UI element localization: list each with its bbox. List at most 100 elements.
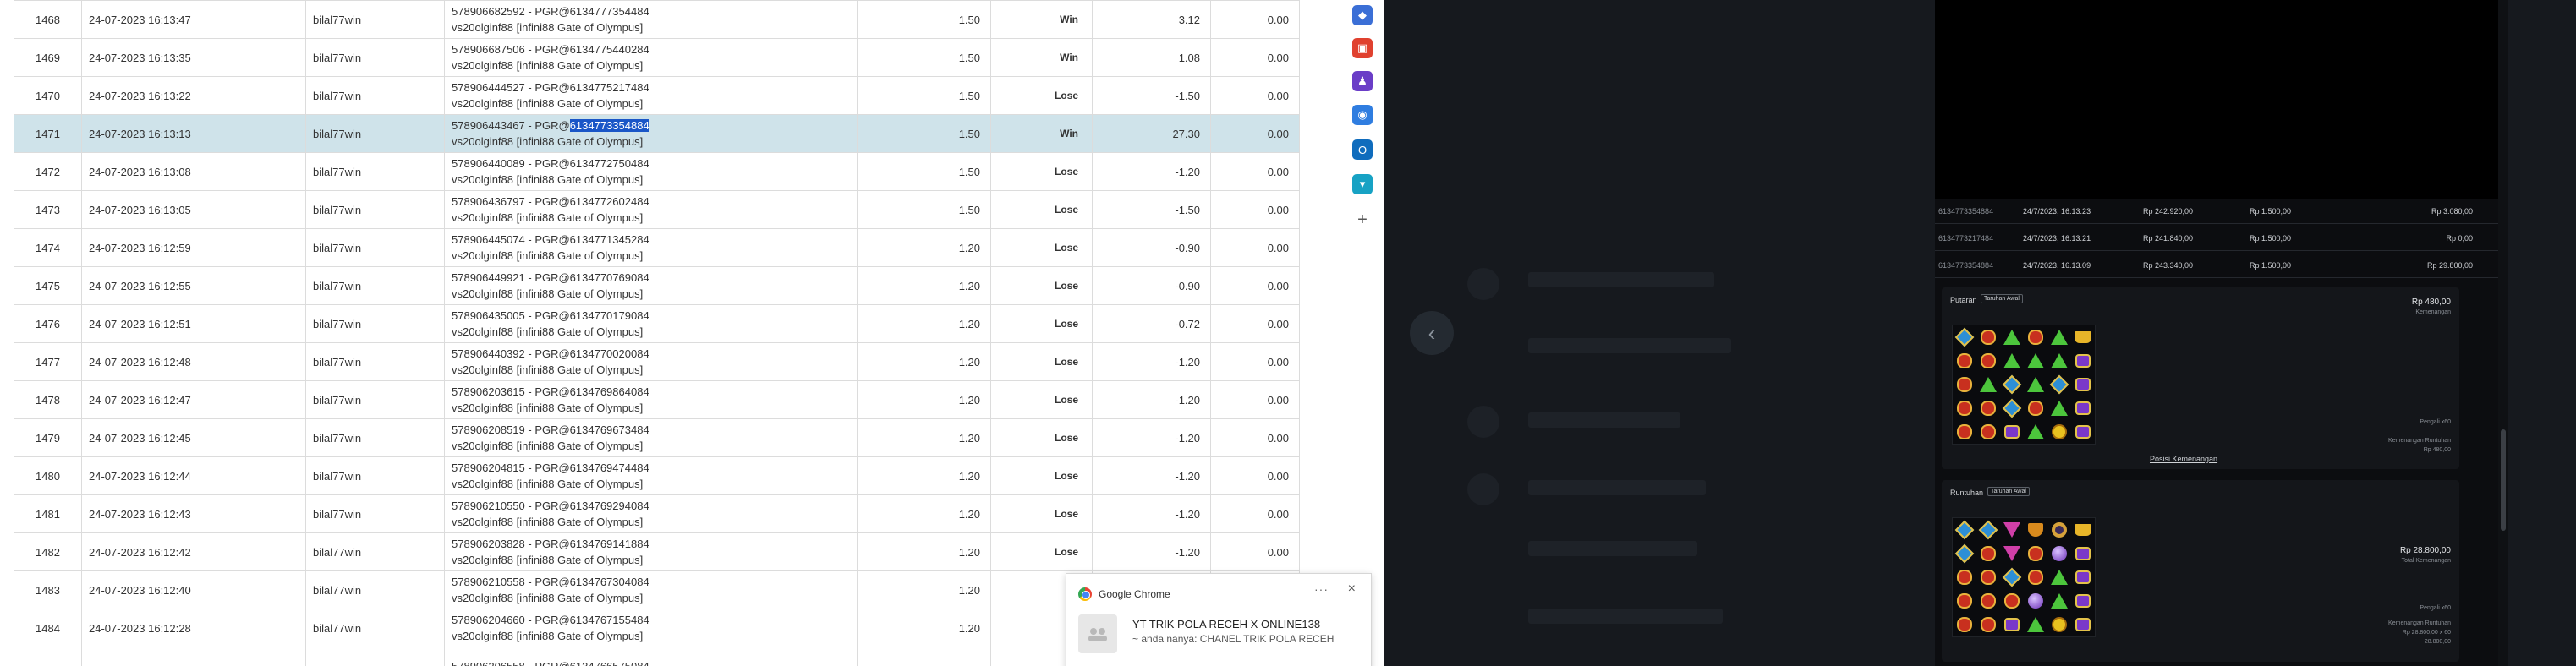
row-date [81,647,306,666]
table-row[interactable]: 1468 24-07-2023 16:13:47 bilal77win 5789066… [14,0,1300,39]
row-reference: 578906204660 - PGR@6134767155484 vs20olgi… [444,609,858,647]
table-row[interactable]: 1482 24-07-2023 16:12:42 bilal77win 5789062… [14,532,1300,571]
spin-cascade-label: Kemenangan Runtuhan [2388,438,2451,444]
row-commission: 0.00 [1210,76,1300,115]
row-result: Win [990,114,1093,153]
shopping-icon[interactable]: ▾ [1352,174,1373,194]
row-date: 24-07-2023 16:12:43 [81,494,306,533]
tumble-title: Runtuhan [1950,489,1984,497]
table-row[interactable]: 1473 24-07-2023 16:13:05 bilal77win 5789064… [14,190,1300,229]
table-row[interactable]: 1470 24-07-2023 16:13:22 bilal77win 5789064… [14,76,1300,115]
green-gem-icon [1976,373,2000,396]
background-avatar [1467,268,1499,300]
crown-gem-icon [2071,325,2095,349]
more-options-icon[interactable]: ··· [1314,582,1329,596]
table-row[interactable]: 1472 24-07-2023 16:13:08 bilal77win 5789064… [14,152,1300,191]
row-reference: 578906444527 - PGR@6134775217484 vs20olgi… [444,76,858,115]
close-icon[interactable]: × [1348,581,1356,597]
red-gem-icon [1953,565,1976,589]
previous-arrow-icon[interactable]: ‹ [1410,311,1454,355]
green-gem-icon [2047,396,2071,420]
game-round-row[interactable]: 6134773354884 24/7/2023, 16.13.23 Rp 242.9… [1935,199,2498,224]
game-name: vs20olginf88 [infini88 Gate of Olympus] [452,478,644,490]
game-round-row[interactable]: 6134773217484 24/7/2023, 16.13.21 Rp 241.8… [1935,226,2498,251]
row-result: Lose [990,76,1093,115]
red-gem-icon [2024,542,2047,565]
row-username: bilal77win [305,380,445,419]
red-gem-icon [2024,325,2047,349]
row-username: bilal77win [305,266,445,305]
winning-positions-link[interactable]: Posisi Kemenangan [2150,455,2217,463]
row-winloss: -1.50 [1092,190,1211,229]
row-bet: 1.20 [857,609,991,647]
row-number: 1483 [14,570,82,609]
row-date: 24-07-2023 16:13:35 [81,38,306,77]
table-row[interactable]: 1476 24-07-2023 16:12:51 bilal77win 5789064… [14,304,1300,343]
table-row[interactable]: 1481 24-07-2023 16:12:43 bilal77win 5789062… [14,494,1300,533]
reference-id: 578906208519 - PGR@6134769673484 [452,423,649,436]
row-username: bilal77win [305,494,445,533]
row-username: bilal77win [305,570,445,609]
row-winloss: 27.30 [1092,114,1211,153]
game-name: vs20olginf88 [infini88 Gate of Olympus] [452,135,644,148]
table-row[interactable]: 1478 24-07-2023 16:12:47 bilal77win 5789062… [14,380,1300,419]
row-bet: 1.50 [857,190,991,229]
row-reference: 578906682592 - PGR@6134777354484 vs20olgi… [444,0,858,39]
chess-icon[interactable]: ♟ [1352,71,1373,91]
row-winloss: -1.20 [1092,456,1211,495]
row-winloss: 1.08 [1092,38,1211,77]
row-commission: 0.00 [1210,418,1300,457]
green-gem-icon [2024,349,2047,373]
row-username: bilal77win [305,76,445,115]
table-row[interactable]: 1474 24-07-2023 16:12:59 bilal77win 5789064… [14,228,1300,267]
spin-amount: Rp 480,00 [2411,298,2451,307]
bet-history-panel: 1468 24-07-2023 16:13:47 bilal77win 5789066… [0,0,1340,666]
outlook-icon[interactable]: O [1352,139,1373,160]
row-number: 1475 [14,266,82,305]
row-date: 24-07-2023 16:12:45 [81,418,306,457]
table-row[interactable]: 1469 24-07-2023 16:13:35 bilal77win 5789066… [14,38,1300,77]
copilot-icon[interactable]: ◉ [1352,105,1373,125]
red-gem-icon [1976,325,2000,349]
row-commission: 0.00 [1210,228,1300,267]
row-date: 24-07-2023 16:13:47 [81,0,306,39]
green-gem-icon [2024,373,2047,396]
green-gem-icon [2000,325,2024,349]
game-round-row[interactable]: 6134773354884 24/7/2023, 16.13.09 Rp 243.3… [1935,253,2498,278]
tag-icon[interactable]: ◆ [1352,5,1373,25]
row-number: 1482 [14,532,82,571]
blue-gem-icon [2000,396,2024,420]
plus-icon[interactable]: + [1352,210,1373,230]
game-name: vs20olginf88 [infini88 Gate of Olympus] [452,325,644,338]
row-date: 24-07-2023 16:12:40 [81,570,306,609]
blue-gem-icon [2000,373,2024,396]
tumble-section: Runtuhan Taruhan Awal Rp 28.800,00 Total… [1942,480,2459,662]
game-name: vs20olginf88 [infini88 Gate of Olympus] [452,211,644,224]
selected-text: 6134773354884 [569,119,649,132]
game-name: vs20olginf88 [infini88 Gate of Olympus] [452,287,644,300]
table-row[interactable]: 1471 24-07-2023 16:13:13 bilal77win 5789064… [14,114,1300,153]
row-date: 24-07-2023 16:13:13 [81,114,306,153]
scroll-thumb[interactable] [2501,429,2506,531]
table-row[interactable]: 1480 24-07-2023 16:12:44 bilal77win 5789062… [14,456,1300,495]
chrome-notification[interactable]: Google Chrome ··· × YT TRIK POLA RECEH X… [1066,573,1372,666]
red-gem-icon [1953,396,1976,420]
row-result: Lose [990,152,1093,191]
table-row[interactable]: 1479 24-07-2023 16:12:45 bilal77win 5789062… [14,418,1300,457]
tumble-cascade-label: Kemenangan Runtuhan [2388,620,2451,626]
row-date: 24-07-2023 16:12:48 [81,342,306,381]
table-row[interactable]: 1477 24-07-2023 16:12:48 bilal77win 5789064… [14,342,1300,381]
game-name: vs20olginf88 [infini88 Gate of Olympus] [452,401,644,414]
row-number: 1474 [14,228,82,267]
panel-scrollbar[interactable] [2498,0,2508,666]
toolbox-icon[interactable]: ▣ [1352,38,1373,58]
row-result: Lose [990,266,1093,305]
table-row[interactable]: 1475 24-07-2023 16:12:55 bilal77win 5789064… [14,266,1300,305]
row-reference: 578906210550 - PGR@6134769294084 vs20olgi… [444,494,858,533]
row-bet: 1.50 [857,38,991,77]
row-number: 1470 [14,76,82,115]
spin-cascade-value: Rp 480,00 [2423,447,2451,453]
game-name: vs20olginf88 [infini88 Gate of Olympus] [452,630,644,642]
green-gem-icon [2047,349,2071,373]
row-reference: 578906208519 - PGR@6134769673484 vs20olgi… [444,418,858,457]
